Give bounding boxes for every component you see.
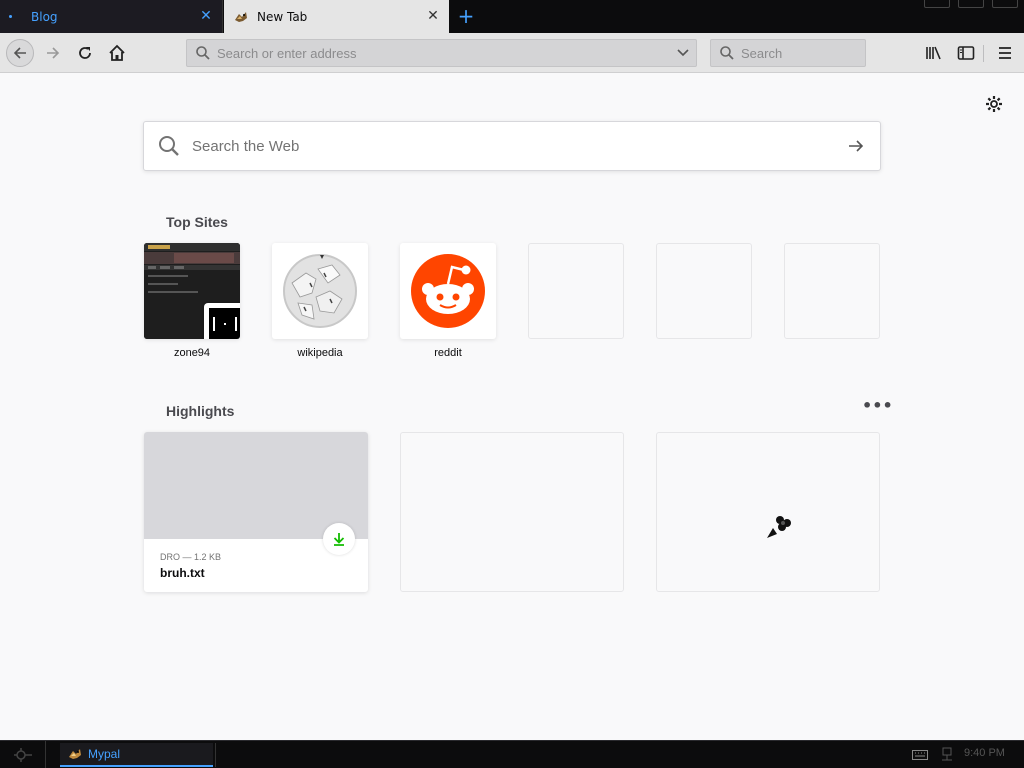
pong-icon [213, 317, 237, 331]
top-site-label: zone94 [173, 347, 211, 359]
wikipedia-logo-icon [283, 254, 357, 328]
search-input[interactable] [741, 45, 851, 61]
menu-button[interactable] [994, 42, 1016, 64]
library-icon [926, 46, 941, 60]
keyboard-icon[interactable] [912, 750, 928, 760]
start-button[interactable] [0, 741, 46, 768]
web-search-box[interactable] [143, 121, 881, 171]
maximize-button[interactable] [958, 0, 984, 8]
library-button[interactable] [923, 42, 945, 64]
taskbar-separator [215, 743, 216, 767]
taskbar-item-mypal[interactable]: Mypal [60, 743, 213, 767]
highlights-heading: Highlights [166, 403, 235, 419]
window-controls [924, 0, 1024, 10]
sidebar-button[interactable] [955, 42, 977, 64]
top-site-label: reddit [434, 347, 462, 359]
more-options-button[interactable]: ••• [862, 398, 893, 415]
mypal-app-icon [69, 749, 81, 759]
close-icon[interactable]: ✕ [426, 9, 440, 23]
back-button[interactable] [6, 39, 34, 67]
reload-button[interactable] [71, 39, 99, 67]
reddit-logo-icon [411, 254, 485, 328]
toolbar-separator [983, 45, 984, 62]
arrow-left-icon [13, 47, 26, 59]
url-input[interactable] [217, 45, 667, 61]
sidebar-icon [957, 46, 975, 60]
zone94-badge [204, 303, 240, 339]
search-bar[interactable] [710, 39, 866, 67]
start-menu-icon [13, 748, 32, 762]
top-site-tile-empty[interactable] [784, 243, 880, 339]
tab-loading-dot [9, 15, 12, 18]
download-badge [323, 523, 355, 555]
home-icon [109, 44, 125, 61]
top-site-tile-reddit[interactable] [400, 243, 496, 339]
hamburger-menu-icon [999, 47, 1011, 59]
arrow-right-icon [47, 47, 60, 59]
chevron-down-icon[interactable] [676, 46, 690, 60]
search-icon [720, 46, 734, 60]
close-window-button[interactable] [992, 0, 1018, 8]
tab-new-tab[interactable]: New Tab ✕ [224, 0, 449, 33]
arrow-right-icon[interactable] [847, 137, 865, 155]
mypal-favicon-icon [235, 11, 247, 22]
taskbar-item-label: Mypal [88, 747, 121, 761]
top-site-tile-empty[interactable] [528, 243, 624, 339]
reload-icon [79, 47, 91, 59]
highlight-title: bruh.txt [160, 566, 205, 580]
search-icon [196, 46, 210, 60]
top-site-label: wikipedia [297, 347, 343, 359]
top-sites-heading: Top Sites [166, 214, 228, 230]
home-button[interactable] [103, 39, 131, 67]
mouse-cursor-icon [767, 516, 791, 538]
taskbar: Mypal 9:40 PM [0, 740, 1024, 768]
forward-button[interactable] [39, 39, 67, 67]
highlight-card[interactable]: DRO — 1.2 KB bruh.txt [144, 432, 368, 592]
highlight-meta: DRO — 1.2 KB [160, 552, 222, 562]
tab-strip: Blog ✕ New Tab ✕ + [0, 0, 1024, 33]
navigation-toolbar [0, 33, 1024, 73]
taskbar-clock: 9:40 PM [964, 747, 1005, 759]
highlight-card-empty [400, 432, 624, 592]
url-bar[interactable] [186, 39, 697, 67]
minimize-button[interactable] [924, 0, 950, 8]
new-tab-button[interactable]: + [456, 6, 476, 26]
search-icon [159, 136, 179, 156]
download-icon [333, 533, 345, 546]
top-site-tile-zone94[interactable] [144, 243, 240, 339]
top-site-tile-empty[interactable] [656, 243, 752, 339]
tab-label: Blog [31, 9, 58, 24]
tab-label: New Tab [257, 9, 308, 24]
gear-icon[interactable] [984, 94, 1004, 114]
network-icon[interactable] [940, 746, 954, 764]
web-search-input[interactable] [192, 137, 812, 155]
top-site-tile-wikipedia[interactable] [272, 243, 368, 339]
close-icon[interactable]: ✕ [199, 9, 213, 23]
tab-blog[interactable]: Blog ✕ [0, 0, 223, 33]
